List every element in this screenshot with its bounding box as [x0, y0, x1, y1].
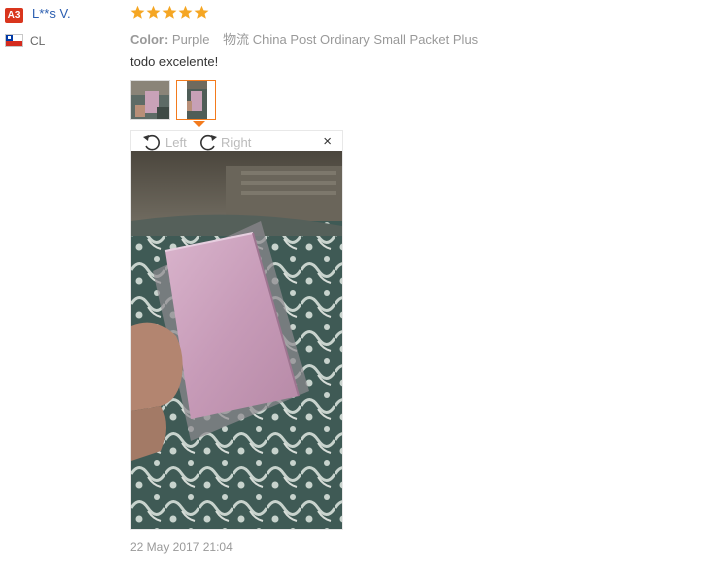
- photo-viewer: Left Right ×: [130, 130, 343, 530]
- reviewer-level-badge: A3: [5, 8, 23, 23]
- rotate-right-button[interactable]: Right: [197, 132, 251, 152]
- photo-thumbnail-2[interactable]: [176, 80, 216, 120]
- rotate-left-label: Left: [165, 134, 187, 150]
- star-rating: [130, 5, 209, 20]
- photo-thumbnails: [130, 80, 216, 120]
- reviewer-name[interactable]: L**s V.: [32, 6, 71, 21]
- selected-thumbnail-indicator: [193, 121, 205, 127]
- shipping-label: 物流: [223, 32, 250, 47]
- rotate-left-icon: [143, 134, 160, 151]
- shipping-value: China Post Ordinary Small Packet Plus: [252, 32, 479, 47]
- review-text: todo excelente!: [130, 54, 219, 69]
- chile-flag-icon: [5, 34, 23, 47]
- reviewer-country: CL: [30, 34, 46, 48]
- star-icon: [162, 5, 177, 19]
- rotate-left-button[interactable]: Left: [141, 132, 187, 152]
- review-photo: [131, 151, 342, 529]
- color-value: Purple: [171, 32, 210, 47]
- star-icon: [178, 5, 193, 19]
- photo-viewer-toolbar: Left Right ×: [131, 131, 342, 151]
- color-label: Color:: [130, 32, 169, 47]
- order-attributes: Color: Purple 物流 China Post Ordinary Sma…: [130, 29, 488, 48]
- rotate-right-label: Right: [221, 134, 252, 150]
- rotate-right-icon: [200, 134, 217, 151]
- review-date: 22 May 2017 21:04: [130, 540, 233, 554]
- star-icon: [146, 5, 161, 19]
- star-icon: [130, 5, 145, 19]
- photo-thumbnail-1[interactable]: [130, 80, 170, 120]
- close-viewer-button[interactable]: ×: [323, 134, 332, 150]
- star-icon: [194, 5, 209, 19]
